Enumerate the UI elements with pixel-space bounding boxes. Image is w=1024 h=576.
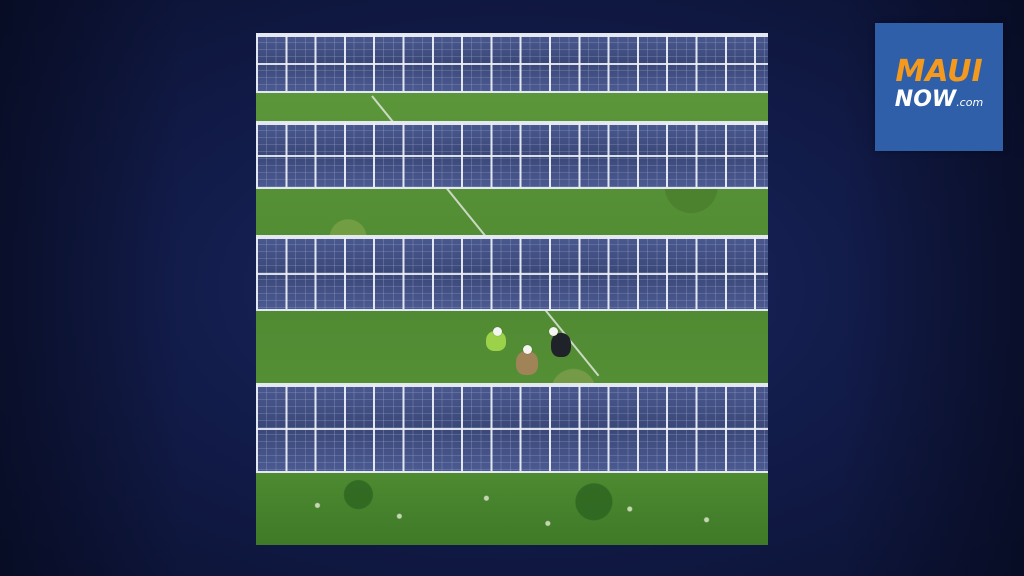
solar-panel-row [256, 235, 768, 311]
worker-figure [484, 325, 508, 353]
solar-farm-photo [256, 33, 768, 545]
solar-panel-row [256, 33, 768, 93]
logo-now-word: NOW [894, 87, 957, 112]
worker-figure [514, 343, 540, 377]
logo-domain-suffix: .com [956, 96, 984, 109]
worker-figure [548, 325, 572, 359]
grass-strip-bottom [256, 473, 768, 545]
maui-now-logo[interactable]: MAUI NOW.com [875, 23, 1003, 151]
logo-now-text: NOW.com [875, 89, 1003, 111]
logo-maui-text: MAUI [895, 54, 983, 89]
solar-panel-row [256, 383, 768, 473]
solar-panel-row [256, 121, 768, 189]
